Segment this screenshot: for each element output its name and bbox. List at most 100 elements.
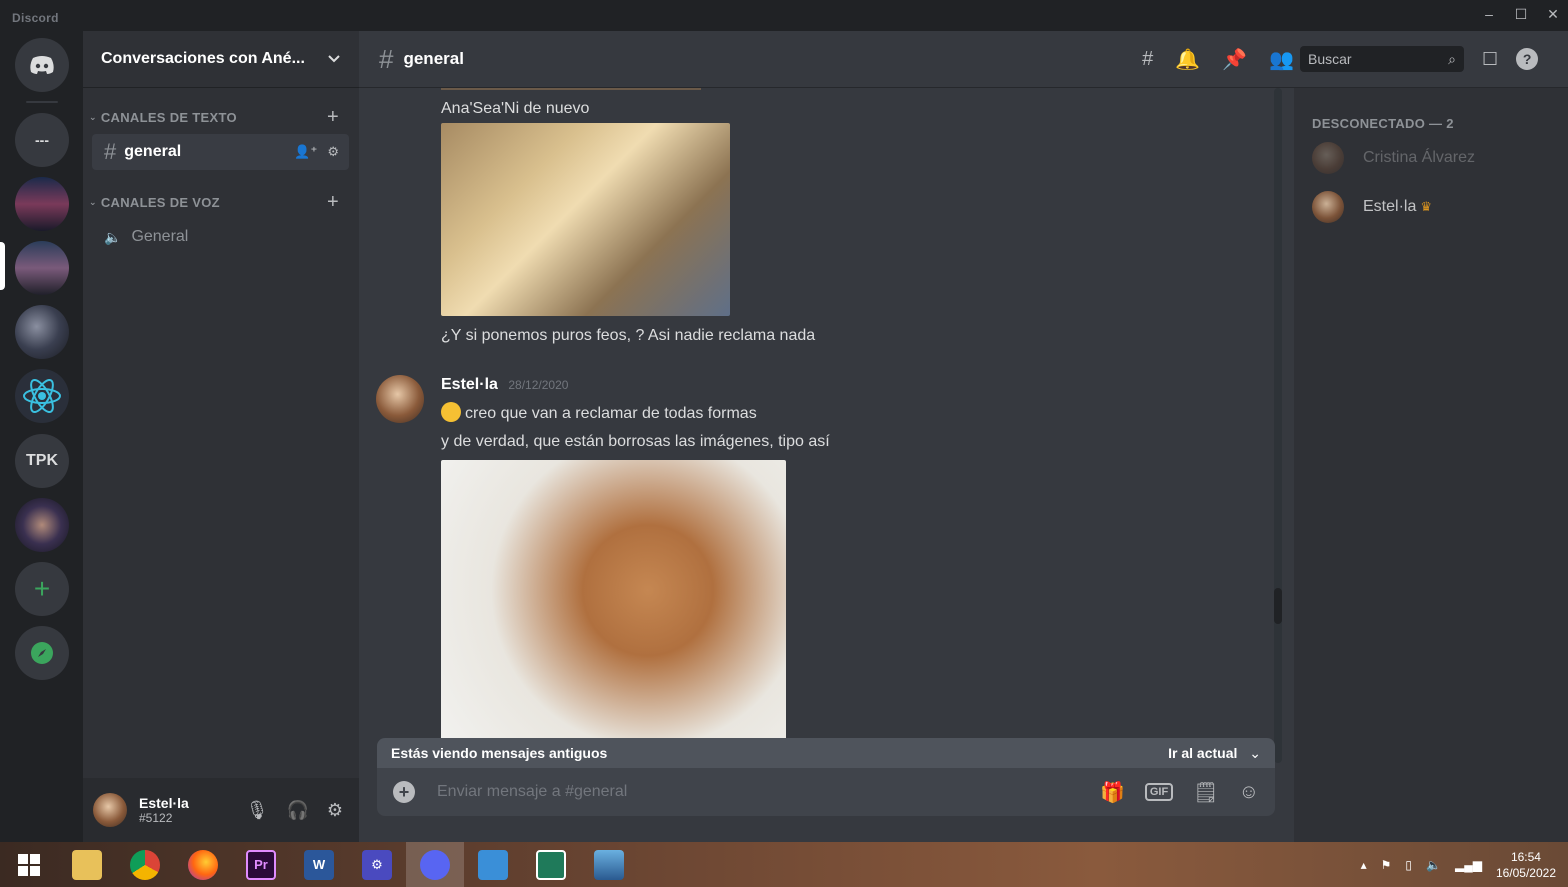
clock[interactable]: 16:54 16/05/2022	[1496, 849, 1556, 881]
taskbar-word[interactable]: W	[290, 842, 348, 887]
atom-icon	[23, 379, 61, 413]
guild-server-fantasy[interactable]	[15, 498, 69, 552]
scrollbar-thumb[interactable]	[1274, 588, 1282, 624]
image-attachment-man[interactable]	[441, 460, 786, 738]
composer-actions: 🎁 GIF 🗒 ☺	[1100, 780, 1259, 805]
message-list: Ana'Sea'Ni de nuevo ¿Y si ponemos puros …	[359, 88, 1294, 738]
hash-icon: #	[104, 139, 117, 164]
avatar	[1312, 142, 1344, 174]
channel-general[interactable]: # general 👤⁺ ⚙	[92, 134, 349, 170]
taskbar-control-panel[interactable]	[464, 842, 522, 887]
guild-server-1[interactable]	[15, 177, 69, 231]
search-icon: ⌕	[1448, 50, 1456, 67]
laughing-emoji-icon	[441, 402, 461, 422]
guild-separator	[26, 101, 58, 103]
flag-icon[interactable]: ⚑	[1381, 858, 1392, 872]
chat-area: # general # 🔔 📌 👥 Ana'Sea'Ni de nuevo ¿Y…	[359, 31, 1294, 842]
taskbar-file-explorer[interactable]	[58, 842, 116, 887]
taskbar-discord[interactable]	[406, 842, 464, 887]
member-item[interactable]: Cristina Álvarez	[1312, 142, 1475, 174]
message-text: y de verdad, que están borrosas las imág…	[441, 433, 830, 450]
create-channel-icon[interactable]: +	[327, 191, 339, 214]
user-name: Estel·la	[139, 795, 189, 811]
inbox-icon[interactable]: ☐	[1482, 49, 1498, 70]
jump-to-present-button[interactable]: Ir al actual ⌄	[1168, 745, 1261, 762]
chevron-down-icon: ⌄	[89, 197, 97, 207]
user-tag: #5122	[139, 811, 173, 825]
guild-server-space[interactable]	[15, 305, 69, 359]
emoji-picker-icon[interactable]: ☺	[1239, 781, 1259, 804]
clock-date: 16/05/2022	[1495, 865, 1556, 880]
sticker-icon[interactable]: 🗒	[1193, 780, 1218, 805]
gif-button[interactable]: GIF	[1144, 783, 1174, 801]
category-voice-channels[interactable]: ⌄ CANALES DE VOZ +	[89, 191, 339, 213]
firefox-icon	[188, 849, 218, 880]
chevron-down-icon: ⌄	[89, 112, 97, 122]
author-name[interactable]: Estel·la	[441, 376, 498, 393]
channel-label: General	[131, 228, 189, 245]
compass-icon	[31, 642, 53, 664]
taskbar-premiere[interactable]: Pr	[232, 842, 290, 887]
headphones-icon[interactable]: 🎧	[286, 800, 308, 821]
help-icon[interactable]: ?	[1516, 48, 1539, 70]
gear-icon[interactable]: ⚙	[327, 144, 339, 160]
older-messages-bar: Estás viendo mensajes antiguos Ir al act…	[377, 738, 1275, 768]
maximize-icon[interactable]: ☐	[1514, 6, 1528, 23]
gear-icon: ⚙	[362, 849, 392, 880]
threads-icon[interactable]: #	[1142, 48, 1153, 71]
avatar[interactable]	[93, 793, 127, 827]
upload-plus-button[interactable]: +	[393, 781, 415, 803]
avatar[interactable]	[376, 375, 424, 423]
server-name: Conversaciones con Ané...	[101, 50, 305, 67]
signal-icon[interactable]: ▂▄▆	[1455, 858, 1482, 872]
taskbar-image-viewer[interactable]	[580, 842, 638, 887]
search-box[interactable]: Buscar ⌕	[1300, 46, 1464, 72]
app-title: Discord	[12, 11, 59, 25]
home-button[interactable]	[15, 38, 69, 92]
start-button[interactable]	[0, 842, 58, 887]
channel-actions: 👤⁺ ⚙	[294, 144, 339, 160]
message-text: ¿Y si ponemos puros feos, ? Asi nadie re…	[441, 327, 816, 344]
voice-channel-general[interactable]: 🔈 General	[92, 219, 349, 255]
member-item[interactable]: Estel·la ♛	[1312, 191, 1432, 223]
minimize-icon[interactable]: –	[1482, 6, 1496, 23]
pin-icon[interactable]: 📌	[1222, 47, 1247, 72]
message-timestamp: 28/12/2020	[508, 378, 569, 392]
taskbar-settings[interactable]: ⚙	[348, 842, 406, 887]
user-controls: 🎙 🎧 ⚙	[246, 800, 343, 821]
bell-icon[interactable]: 🔔	[1175, 47, 1200, 72]
category-text-channels[interactable]: ⌄ CANALES DE TEXTO +	[89, 106, 339, 128]
guild-server-atom[interactable]	[15, 369, 69, 423]
guild-tpk[interactable]: TPK	[15, 434, 69, 488]
gift-icon[interactable]: 🎁	[1100, 780, 1125, 805]
taskbar-chrome[interactable]	[116, 842, 174, 887]
explore-servers-button[interactable]	[15, 626, 69, 680]
discord-logo-icon	[30, 56, 54, 74]
message-text: Ana'Sea'Ni de nuevo	[441, 100, 590, 117]
channel-title: general	[403, 49, 464, 68]
discord-icon	[420, 849, 450, 880]
add-server-button[interactable]: +	[15, 562, 69, 616]
taskbar-photos[interactable]	[522, 842, 580, 887]
message-input[interactable]	[437, 783, 1100, 801]
volume-icon[interactable]: 🔈	[1426, 858, 1441, 872]
gear-icon[interactable]: ⚙	[327, 800, 343, 821]
create-channel-icon[interactable]: +	[327, 106, 339, 129]
user-info[interactable]: Estel·la #5122	[139, 795, 189, 825]
server-header[interactable]: Conversaciones con Ané...	[83, 31, 359, 88]
close-icon[interactable]: ✕	[1546, 6, 1560, 23]
image-attachment-woman[interactable]	[441, 123, 730, 316]
scrollbar-track[interactable]	[1274, 88, 1282, 763]
phone-icon[interactable]: ▯	[1405, 858, 1412, 872]
category-label: CANALES DE VOZ	[100, 195, 220, 210]
image-attachment-previous[interactable]	[441, 88, 701, 90]
microphone-icon[interactable]: 🎙	[246, 800, 269, 821]
add-member-icon[interactable]: 👤⁺	[294, 144, 317, 160]
guild-server-active[interactable]	[15, 241, 69, 295]
guild-dm[interactable]: ---	[15, 113, 69, 167]
message-author[interactable]: Estel·la 28/12/2020	[441, 376, 568, 394]
chevron-up-icon[interactable]: ▴	[1361, 858, 1367, 872]
taskbar-firefox[interactable]	[174, 842, 232, 887]
members-icon[interactable]: 👥	[1269, 47, 1294, 72]
system-tray: ▴ ⚑ ▯ 🔈 ▂▄▆ 16:54 16/05/2022	[1361, 842, 1556, 887]
